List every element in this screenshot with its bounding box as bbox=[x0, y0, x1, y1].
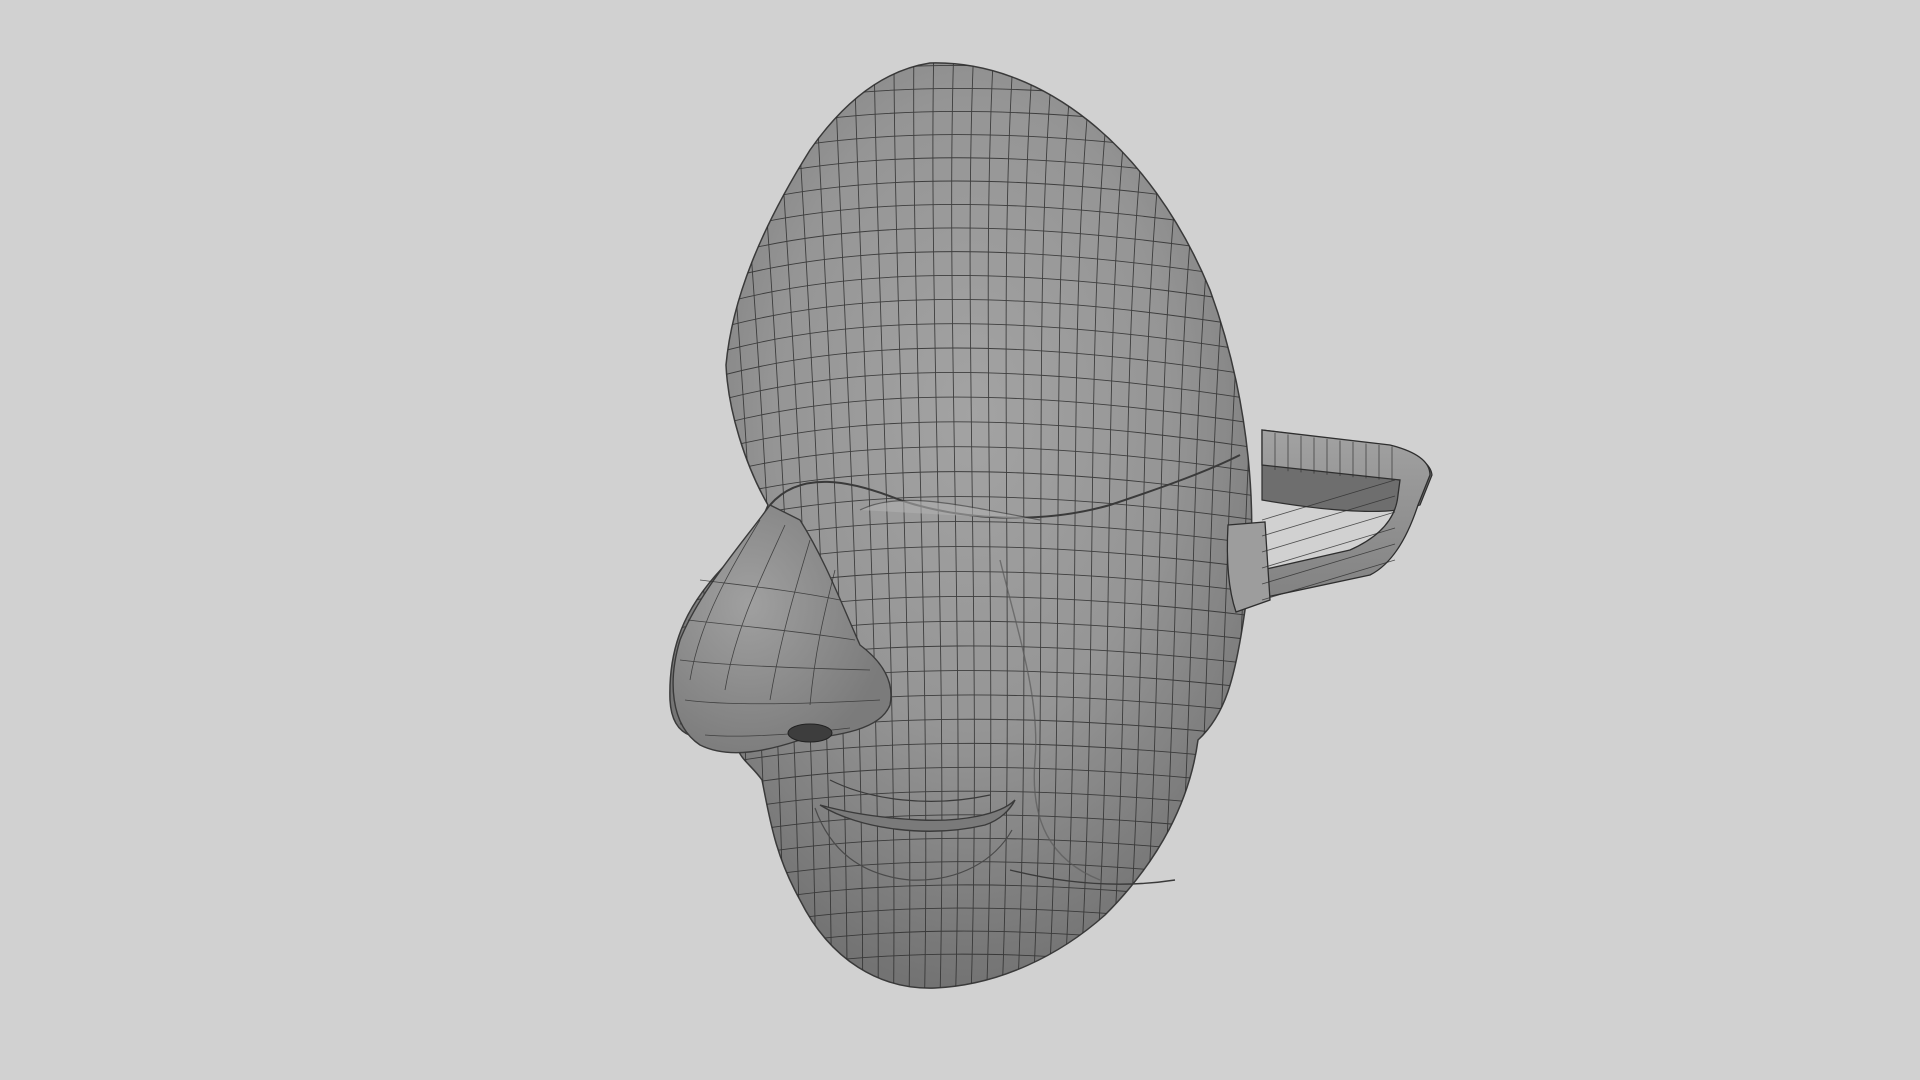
mask-render bbox=[669, 62, 1433, 989]
wire-longitude bbox=[669, 62, 724, 989]
3d-viewport[interactable] bbox=[0, 0, 1920, 1080]
head-mesh bbox=[669, 62, 1253, 989]
wire-longitude bbox=[692, 62, 755, 989]
strap-side bbox=[1226, 429, 1431, 613]
wire-longitude bbox=[672, 62, 740, 989]
